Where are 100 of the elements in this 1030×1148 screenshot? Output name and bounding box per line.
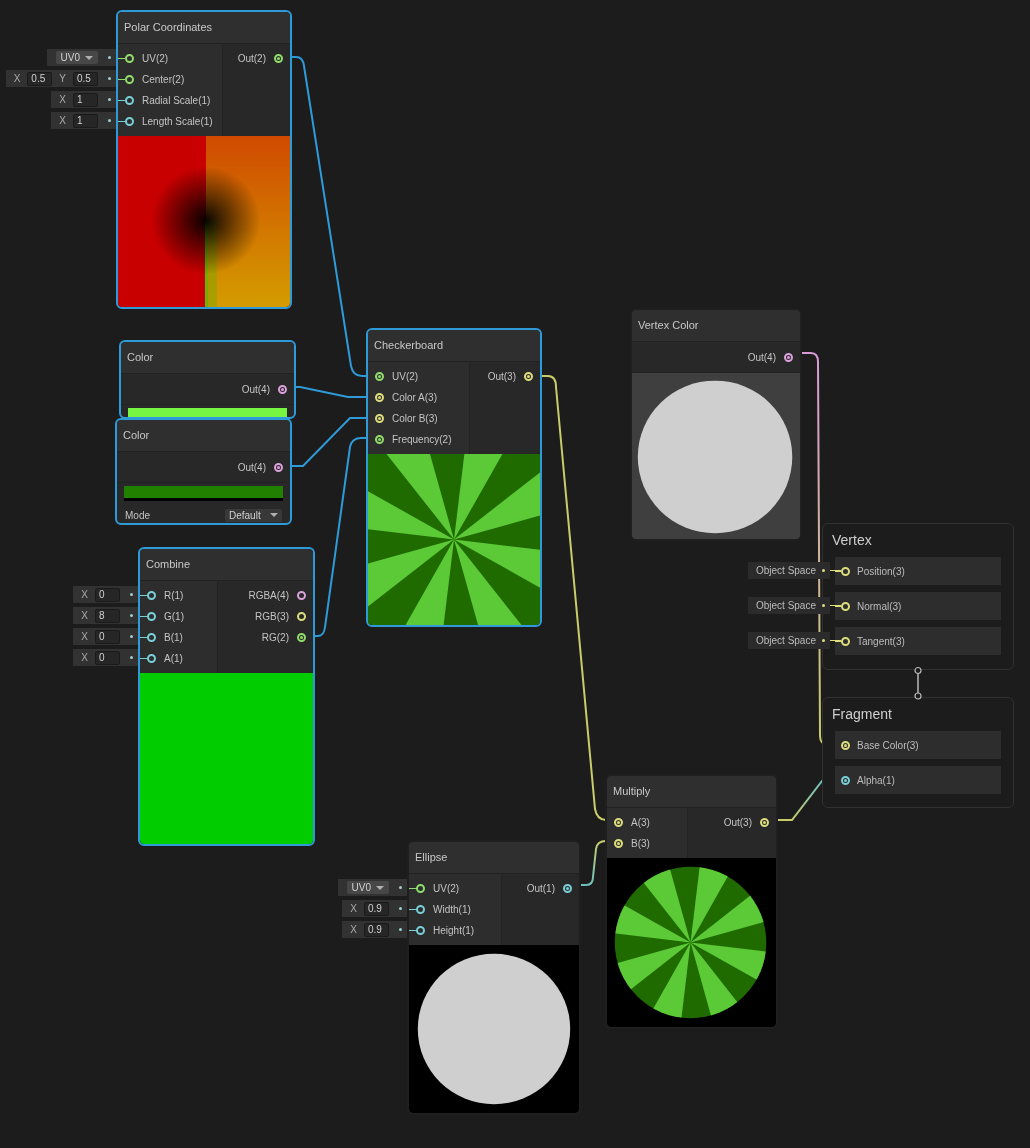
value-field[interactable]: 0	[95, 629, 120, 644]
port-icon[interactable]	[375, 372, 384, 381]
port-icon[interactable]	[375, 414, 384, 423]
node-title: Checkerboard	[374, 338, 444, 354]
port-label: Length Scale(1)	[142, 115, 213, 129]
port-label: Out(4)	[237, 460, 266, 475]
port-label: UV(2)	[392, 370, 419, 384]
port-icon[interactable]	[416, 905, 425, 914]
node-card[interactable]: Color Out(4)	[119, 340, 296, 419]
node-card[interactable]: Polar Coordinates UV(2) Center(2) Radial Scale(1) Length Scale(1) Out(2)	[116, 10, 292, 309]
axis-label: Y	[58, 72, 67, 86]
stack-slot[interactable]: Normal(3)	[835, 592, 1001, 620]
port-icon[interactable]	[841, 636, 850, 646]
port-icon[interactable]	[147, 633, 156, 642]
port-icon[interactable]	[375, 435, 384, 444]
port-icon[interactable]	[278, 384, 287, 394]
value-field[interactable]: 0.9	[364, 901, 389, 916]
axis-label: X	[58, 114, 67, 128]
port-icon[interactable]	[147, 654, 156, 663]
mode-dropdown[interactable]: Default	[225, 508, 282, 522]
port-icon[interactable]	[416, 926, 425, 935]
node-title: Ellipse	[415, 850, 448, 866]
stack-slot[interactable]: Alpha(1)	[835, 766, 1001, 794]
port-label: Height(1)	[433, 924, 475, 938]
port-icon[interactable]	[375, 393, 384, 402]
value-field[interactable]: 1	[73, 113, 98, 128]
node-title: Multiply	[613, 784, 651, 800]
node-card[interactable]: Vertex Color Out(4)	[630, 308, 802, 541]
port-icon[interactable]	[563, 884, 572, 893]
port-icon[interactable]	[841, 601, 850, 611]
node-card[interactable]: Ellipse UV(2) Width(1) Height(1) Out(1)	[407, 840, 581, 1115]
value-field[interactable]: 8	[95, 608, 120, 623]
port-label: B(1)	[164, 631, 183, 645]
port-label: A(1)	[164, 652, 183, 666]
port-icon[interactable]	[416, 884, 425, 893]
space-label: Object Space	[755, 564, 816, 578]
value-field[interactable]: 0.5	[27, 71, 53, 86]
node-card[interactable]: Color Out(4) Mode Default	[115, 418, 292, 525]
port-label: Out(1)	[526, 882, 555, 896]
port-icon[interactable]	[841, 566, 850, 576]
port-label: Color A(3)	[392, 391, 437, 405]
block-title: Vertex	[831, 531, 873, 550]
value-field[interactable]: 0.9	[364, 922, 389, 937]
node-title: Combine	[146, 557, 191, 573]
value-field[interactable]: 0.5	[73, 71, 98, 86]
port-icon[interactable]	[125, 96, 134, 105]
port-icon[interactable]	[297, 612, 306, 621]
mode-label: Mode	[125, 508, 150, 523]
port-icon[interactable]	[274, 54, 283, 63]
node-card[interactable]: Checkerboard UV(2) Color A(3) Color B(3) Frequency(2) Out(3)	[366, 328, 542, 627]
port-icon[interactable]	[524, 372, 533, 381]
value-field[interactable]: 1	[73, 92, 98, 107]
port-label: RGBA(4)	[248, 589, 289, 603]
axis-label: X	[80, 651, 89, 665]
stack-slot[interactable]: Position(3)	[835, 557, 1001, 585]
axis-label: X	[80, 588, 89, 602]
port-icon[interactable]	[784, 352, 793, 362]
axis-label: X	[80, 609, 89, 623]
port-icon[interactable]	[274, 462, 283, 472]
port-icon[interactable]	[297, 591, 306, 600]
port-label: Out(4)	[241, 382, 270, 397]
port-icon[interactable]	[760, 818, 769, 827]
node-card[interactable]: Combine R(1) G(1) B(1) A(1) RGBA(4) RGB(3) RG(2)	[138, 547, 315, 846]
port-icon[interactable]	[841, 740, 850, 750]
caret-icon	[85, 55, 93, 60]
port-label: A(3)	[631, 816, 650, 830]
stack-slot[interactable]: Tangent(3)	[835, 627, 1001, 655]
port-icon[interactable]	[147, 612, 156, 621]
caret-icon	[270, 513, 278, 517]
port-icon[interactable]	[125, 75, 134, 84]
value-field[interactable]: 0	[95, 587, 120, 602]
space-label: Object Space	[755, 599, 816, 613]
port-label: UV(2)	[142, 52, 169, 66]
stack-slot[interactable]: Base Color(3)	[835, 731, 1001, 759]
node-title: Vertex Color	[638, 318, 699, 334]
port-icon[interactable]	[614, 839, 623, 848]
port-icon[interactable]	[125, 117, 134, 126]
port-label: Color B(3)	[392, 412, 438, 426]
color-swatch[interactable]	[128, 408, 287, 417]
node-card[interactable]: Multiply A(3) B(3) Out(3)	[605, 774, 778, 1029]
axis-label: X	[349, 923, 358, 937]
port-icon[interactable]	[614, 818, 623, 827]
port-label: Width(1)	[433, 903, 471, 917]
port-label: Out(4)	[747, 350, 776, 365]
port-icon[interactable]	[147, 591, 156, 600]
port-label: Out(3)	[723, 816, 752, 830]
node-title: Polar Coordinates	[124, 20, 213, 36]
color-swatch[interactable]	[124, 486, 283, 501]
port-label: Out(2)	[237, 52, 266, 66]
value-field[interactable]: 0	[95, 650, 120, 665]
node-title: Color	[123, 428, 150, 444]
port-icon[interactable]	[125, 54, 134, 63]
axis-label: X	[12, 72, 22, 86]
port-label: Out(3)	[487, 370, 516, 384]
port-icon[interactable]	[297, 633, 306, 642]
port-label: Center(2)	[142, 73, 185, 87]
uv-dropdown[interactable]: UV0	[55, 51, 98, 64]
space-label: Object Space	[755, 634, 816, 648]
port-icon[interactable]	[841, 775, 850, 785]
uv-dropdown[interactable]: UV0	[346, 881, 389, 894]
